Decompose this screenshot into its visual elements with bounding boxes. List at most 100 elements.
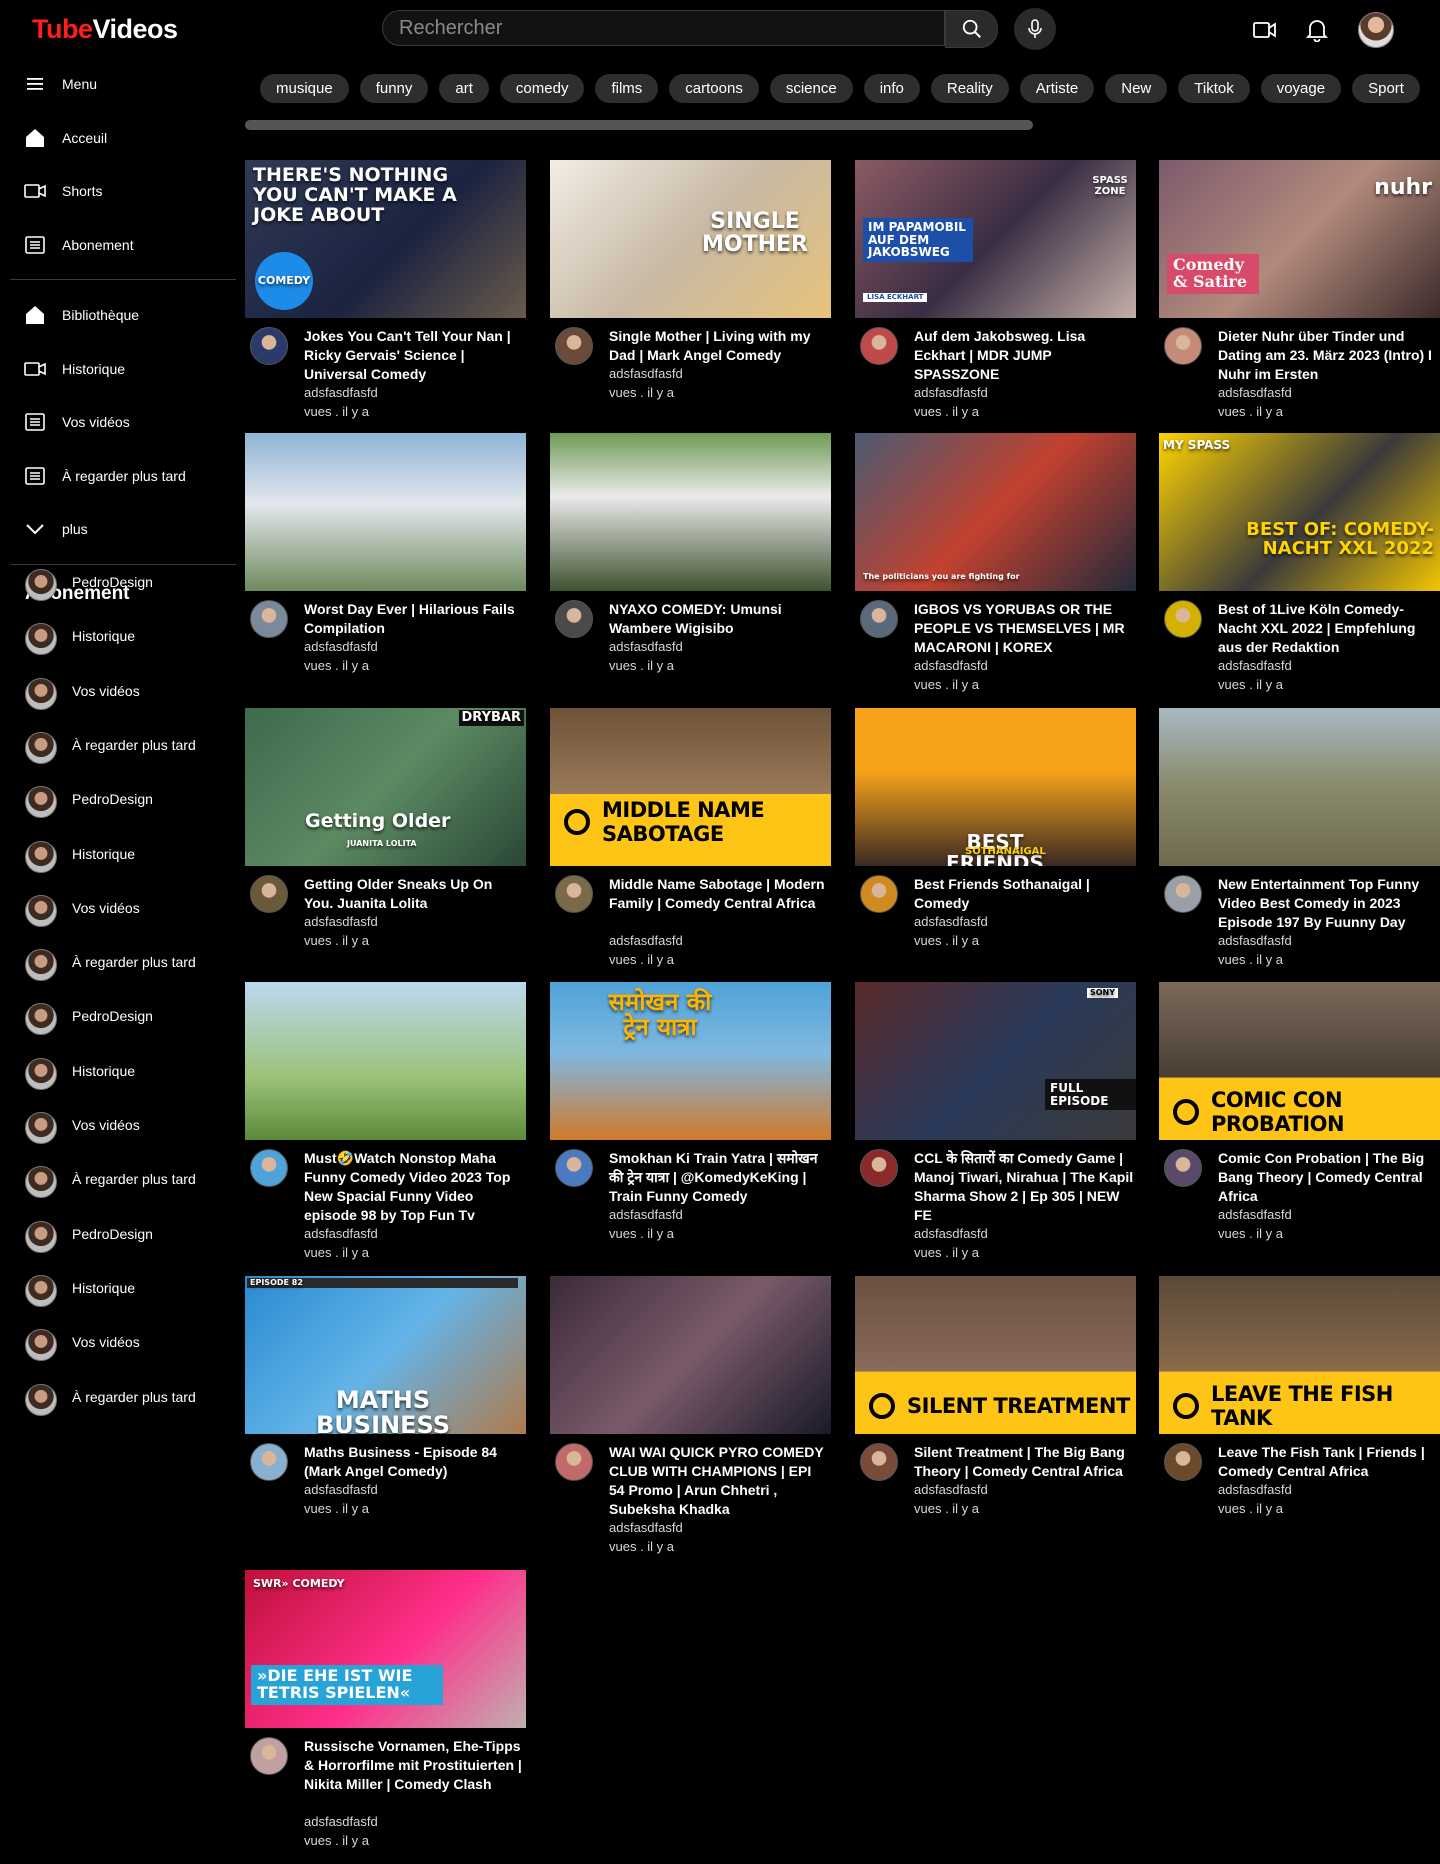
subscription-item[interactable]: À regarder plus tard	[0, 943, 236, 983]
subscription-item[interactable]: Vos vidéos	[0, 1106, 236, 1146]
video-title[interactable]: Smokhan Ki Train Yatra | समोखन की ट्रेन …	[609, 1149, 829, 1206]
video-title[interactable]: CCL के सितारों का Comedy Game | Manoj Ti…	[914, 1149, 1134, 1225]
channel-avatar[interactable]	[250, 1443, 288, 1481]
channel-avatar[interactable]	[555, 1443, 593, 1481]
subscription-item[interactable]: Historique	[0, 617, 236, 657]
channel-name[interactable]: adsfasdfasfd	[304, 914, 378, 929]
video-thumbnail[interactable]: MIDDLE NAME SABOTAGE	[550, 708, 831, 866]
sidebar-item-acceuil[interactable]: Acceuil	[0, 118, 236, 158]
video-title[interactable]: Maths Business - Episode 84 (Mark Angel …	[304, 1443, 524, 1481]
avatar[interactable]	[1358, 12, 1394, 48]
channel-avatar[interactable]	[1164, 1443, 1202, 1481]
video-thumbnail[interactable]	[245, 982, 526, 1140]
channel-name[interactable]: adsfasdfasfd	[914, 658, 988, 673]
sidebar-item-shorts[interactable]: Shorts	[0, 171, 236, 211]
video-thumbnail[interactable]: The politicians you are fighting for	[855, 433, 1136, 591]
video-title[interactable]: NYAXO COMEDY: Umunsi Wambere Wigisibo	[609, 600, 829, 638]
video-title[interactable]: Comic Con Probation | The Big Bang Theor…	[1218, 1149, 1438, 1206]
video-thumbnail[interactable]: COMIC CON PROBATION	[1159, 982, 1440, 1140]
channel-avatar[interactable]	[860, 1443, 898, 1481]
channel-name[interactable]: adsfasdfasfd	[609, 366, 683, 381]
channel-avatar[interactable]	[860, 1149, 898, 1187]
channel-name[interactable]: adsfasdfasfd	[304, 1482, 378, 1497]
video-thumbnail[interactable]: SINGLE MOTHER	[550, 160, 831, 318]
channel-name[interactable]: adsfasdfasfd	[304, 639, 378, 654]
chip-musique[interactable]: musique	[260, 74, 349, 103]
chip-new[interactable]: New	[1105, 74, 1168, 103]
channel-avatar[interactable]	[250, 1149, 288, 1187]
subscription-item[interactable]: PedroDesign	[0, 563, 236, 603]
sidebar-item-watch-later[interactable]: À regarder plus tard	[0, 456, 236, 496]
channel-name[interactable]: adsfasdfasfd	[304, 1814, 378, 1829]
channel-name[interactable]: adsfasdfasfd	[914, 1482, 988, 1497]
channel-name[interactable]: adsfasdfasfd	[1218, 1207, 1292, 1222]
search-input[interactable]	[382, 10, 945, 46]
channel-avatar[interactable]	[1164, 875, 1202, 913]
channel-name[interactable]: adsfasdfasfd	[914, 385, 988, 400]
chip-art[interactable]: art	[439, 74, 489, 103]
menu-button[interactable]: Menu	[0, 64, 236, 104]
channel-avatar[interactable]	[555, 327, 593, 365]
video-title[interactable]: Middle Name Sabotage | Modern Family | C…	[609, 875, 829, 913]
sidebar-item-bibliotheque[interactable]: Bibliothèque	[0, 295, 236, 335]
channel-name[interactable]: adsfasdfasfd	[609, 639, 683, 654]
subscription-item[interactable]: Vos vidéos	[0, 672, 236, 712]
video-thumbnail[interactable]: BEST FRIENDS SOTHANAIGAL	[855, 708, 1136, 866]
video-thumbnail[interactable]	[550, 1276, 831, 1434]
video-thumbnail[interactable]: BEST OF: COMEDY-NACHT XXL 2022 MY SPASS	[1159, 433, 1440, 591]
channel-avatar[interactable]	[860, 327, 898, 365]
video-title[interactable]: Russische Vornamen, Ehe-Tipps & Horrorfi…	[304, 1737, 524, 1794]
channel-avatar[interactable]	[250, 327, 288, 365]
channel-name[interactable]: adsfasdfasfd	[304, 385, 378, 400]
create-video-button[interactable]	[1251, 16, 1279, 44]
sidebar-item-historique[interactable]: Historique	[0, 349, 236, 389]
subscription-item[interactable]: Historique	[0, 835, 236, 875]
video-title[interactable]: Best of 1Live Köln Comedy-Nacht XXL 2022…	[1218, 600, 1438, 657]
channel-name[interactable]: adsfasdfasfd	[1218, 385, 1292, 400]
chip-films[interactable]: films	[595, 74, 659, 103]
video-title[interactable]: Leave The Fish Tank | Friends | Comedy C…	[1218, 1443, 1438, 1481]
subscription-item[interactable]: À regarder plus tard	[0, 1378, 236, 1418]
video-title[interactable]: WAI WAI QUICK PYRO COMEDY CLUB WITH CHAM…	[609, 1443, 829, 1519]
channel-avatar[interactable]	[555, 600, 593, 638]
channel-avatar[interactable]	[555, 1149, 593, 1187]
chip-reality[interactable]: Reality	[930, 74, 1009, 103]
video-thumbnail[interactable]: IM PAPAMOBIL AUF DEM JAKOBSWEG SPASS ZONE…	[855, 160, 1136, 318]
channel-avatar[interactable]	[555, 875, 593, 913]
video-thumbnail[interactable]: Getting Older DRYBAR JUANITA LOLITA	[245, 708, 526, 866]
video-title[interactable]: Best Friends Sothanaigal | Comedy	[914, 875, 1134, 913]
video-title[interactable]: Single Mother | Living with my Dad | Mar…	[609, 327, 829, 365]
chip-voyage[interactable]: voyage	[1260, 74, 1342, 103]
sidebar-item-plus[interactable]: plus	[0, 509, 236, 549]
logo[interactable]: TubeVideos	[32, 14, 178, 45]
channel-name[interactable]: adsfasdfasfd	[304, 1226, 378, 1241]
video-title[interactable]: Auf dem Jakobsweg. Lisa Eckhart | MDR JU…	[914, 327, 1134, 384]
channel-name[interactable]: adsfasdfasfd	[1218, 1482, 1292, 1497]
video-title[interactable]: Silent Treatment | The Big Bang Theory |…	[914, 1443, 1134, 1481]
subscription-item[interactable]: Vos vidéos	[0, 1323, 236, 1363]
chip-comedy[interactable]: comedy	[499, 74, 585, 103]
channel-name[interactable]: adsfasdfasfd	[914, 914, 988, 929]
video-thumbnail[interactable]: Comedy & Satire nuhr	[1159, 160, 1440, 318]
video-thumbnail[interactable]: MATHS BUSINESS EPISODE 82	[245, 1276, 526, 1434]
channel-name[interactable]: adsfasdfasfd	[609, 1207, 683, 1222]
channel-name[interactable]: adsfasdfasfd	[609, 1520, 683, 1535]
chip-science[interactable]: science	[769, 74, 853, 103]
chip-funny[interactable]: funny	[359, 74, 429, 103]
channel-avatar[interactable]	[1164, 327, 1202, 365]
channel-name[interactable]: adsfasdfasfd	[609, 933, 683, 948]
video-title[interactable]: Dieter Nuhr über Tinder und Dating am 23…	[1218, 327, 1438, 384]
video-thumbnail[interactable]	[550, 433, 831, 591]
video-thumbnail[interactable]: FULL EPISODE SONY	[855, 982, 1136, 1140]
subscription-item[interactable]: PedroDesign	[0, 1215, 236, 1255]
channel-avatar[interactable]	[250, 600, 288, 638]
chips-scrollbar[interactable]	[245, 120, 1033, 130]
subscription-item[interactable]: PedroDesign	[0, 780, 236, 820]
chip-info[interactable]: info	[863, 74, 920, 103]
video-thumbnail[interactable]	[245, 433, 526, 591]
channel-avatar[interactable]	[1164, 1149, 1202, 1187]
subscription-item[interactable]: Historique	[0, 1269, 236, 1309]
video-title[interactable]: Getting Older Sneaks Up On You. Juanita …	[304, 875, 524, 913]
video-thumbnail[interactable]: LEAVE THE FISH TANK	[1159, 1276, 1440, 1434]
video-thumbnail[interactable]: समोखन की ट्रेन यात्रा	[550, 982, 831, 1140]
